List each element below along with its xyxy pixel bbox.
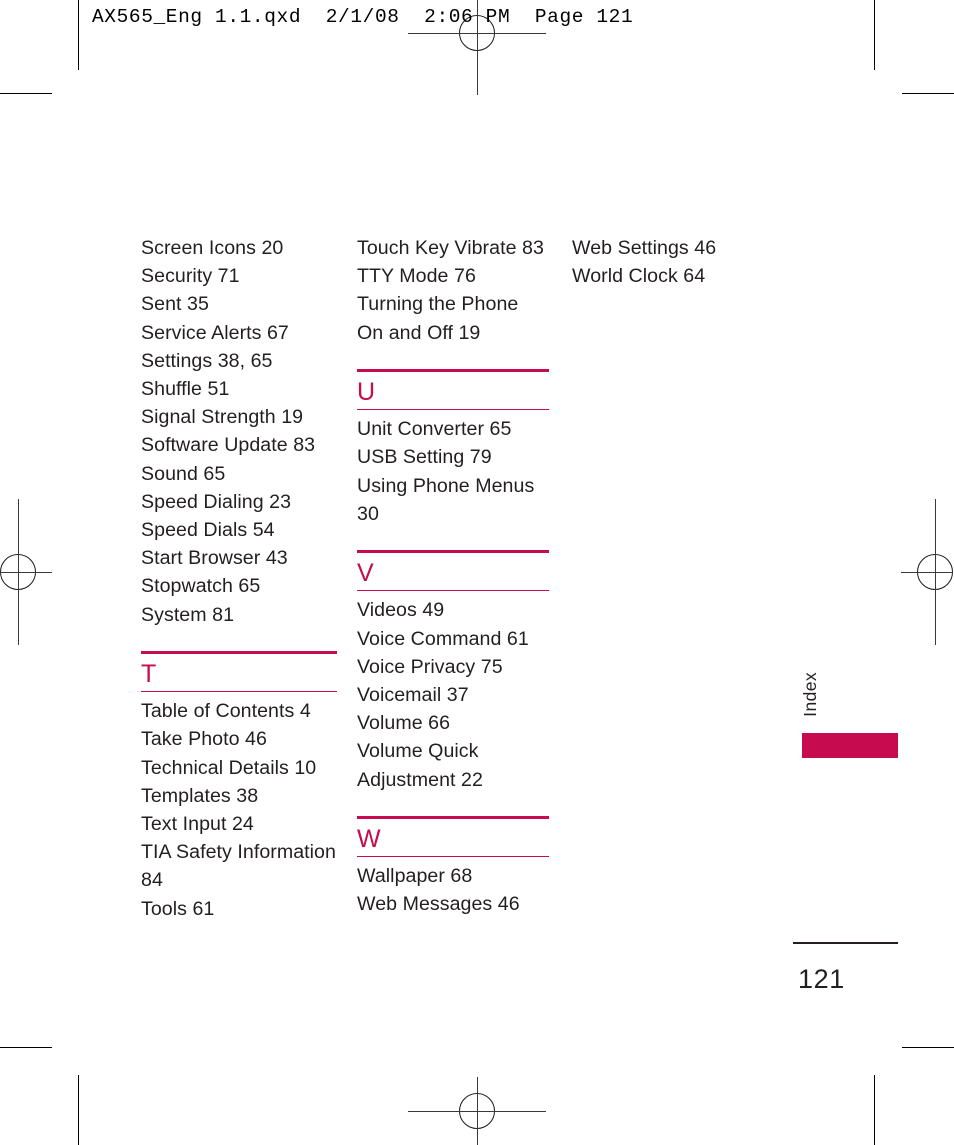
section-rule-bottom	[357, 590, 549, 592]
index-entry: TTY Mode 76	[357, 265, 476, 288]
section-tab-label: Index	[800, 672, 820, 717]
index-entry: Volume 66	[357, 712, 451, 735]
section-letter: W	[357, 824, 381, 853]
crop-mark-top-right-vertical	[874, 0, 875, 70]
index-entry: Signal Strength 19	[141, 406, 304, 429]
section-rule-bottom	[357, 408, 549, 411]
crop-mark-bottom-left-horizontal	[0, 1047, 52, 1048]
index-entry: Templates 38	[141, 784, 259, 807]
index-entry: Screen Icons 20	[141, 237, 284, 259]
index-entry: World Clock 64	[572, 265, 706, 288]
crop-mark-bottom-right-vertical	[874, 1075, 875, 1145]
index-entry: Using Phone Menus 30	[357, 474, 535, 525]
section-rule-bottom	[141, 690, 337, 693]
index-entry: Shuffle 51	[141, 378, 230, 401]
index-entry: USB Setting 79	[357, 446, 492, 469]
registration-crosshair-horizontal	[408, 33, 546, 34]
index-entry: Wallpaper 68	[357, 865, 473, 888]
crop-mark-bottom-left-vertical	[78, 1075, 79, 1145]
index-entry: Settings 38, 65	[141, 349, 273, 372]
index-entry: Start Browser 43	[141, 547, 288, 570]
index-column-1: Screen Icons 20 Security 71 Sent 35 Service…	[141, 234, 337, 923]
index-entry: Tools 61	[141, 897, 215, 920]
index-entry: Table of Contents 4	[141, 700, 311, 723]
index-entry: TIA Safety Information 84	[141, 841, 336, 892]
index-section-v: V	[357, 550, 549, 592]
index-entry: Web Settings 46	[572, 237, 717, 259]
index-entry: Volume Quick Adjustment 22	[357, 740, 483, 791]
index-entry: Sound 65	[141, 462, 226, 485]
section-letter: U	[357, 377, 376, 406]
crop-mark-top-left-vertical	[78, 0, 79, 70]
index-entry: Software Update 83	[141, 434, 316, 457]
index-entry: Web Messages 46	[357, 893, 520, 916]
index-entry: Speed Dials 54	[141, 519, 275, 542]
section-letter: V	[357, 559, 374, 588]
index-entry: Text Input 24	[141, 813, 254, 836]
index-entry: Voice Privacy 75	[357, 655, 503, 678]
section-rule-bottom	[357, 855, 549, 858]
index-entry: Unit Converter 65	[357, 418, 512, 441]
index-section-w: W	[357, 815, 549, 858]
index-entry: Touch Key Vibrate 83	[357, 237, 544, 259]
index-section-u: U	[357, 368, 549, 411]
index-entry: Security 71	[141, 265, 240, 288]
index-column-3: Web Settings 46 World Clock 64	[572, 234, 772, 290]
index-entry: Service Alerts 67	[141, 321, 289, 344]
crop-mark-top-right-horizontal	[902, 93, 954, 94]
registration-crosshair-horizontal	[901, 572, 953, 573]
section-tab-marker	[802, 733, 898, 758]
registration-crosshair-horizontal	[0, 572, 52, 573]
registration-crosshair-horizontal	[408, 1111, 546, 1112]
index-entry: System 81	[141, 603, 235, 626]
index-entry: Technical Details 10	[141, 756, 317, 779]
page-number: 121	[798, 964, 845, 994]
crop-mark-bottom-right-horizontal	[902, 1047, 954, 1048]
crop-mark-top-left-horizontal	[0, 93, 52, 94]
index-entry: Turning the Phone On and Off 19	[357, 293, 519, 344]
index-entry: Videos 49	[357, 599, 445, 622]
folio-divider	[793, 942, 898, 944]
index-section-t: T	[141, 650, 337, 693]
index-entry: Speed Dialing 23	[141, 490, 292, 513]
index-column-2: Touch Key Vibrate 83 TTY Mode 76 Turning t…	[357, 234, 549, 919]
section-letter: T	[141, 659, 157, 688]
index-entry: Take Photo 46	[141, 728, 267, 751]
print-slug-header: AX565_Eng 1.1.qxd 2/1/08 2:06 PM Page 12…	[92, 6, 634, 28]
index-entry: Sent 35	[141, 293, 209, 316]
index-entry: Voice Command 61	[357, 627, 529, 650]
index-entry: Voicemail 37	[357, 684, 469, 707]
index-entry: Stopwatch 65	[141, 575, 261, 598]
